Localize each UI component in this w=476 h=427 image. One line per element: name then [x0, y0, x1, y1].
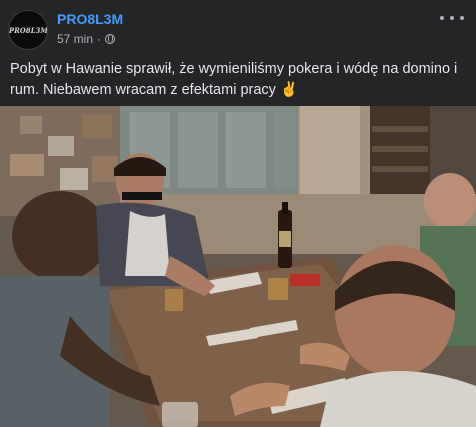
more-options-button[interactable] [440, 8, 464, 28]
post-text-line-2: rum. Niebawem wracam z efektami pracy [10, 82, 276, 98]
post-text-line: Pobyt w Hawanie sprawił, że wymieniliśmy… [10, 61, 458, 77]
post-photo[interactable] [0, 106, 476, 427]
ellipsis-icon [440, 16, 444, 20]
post-text: Pobyt w Hawanie sprawił, że wymieniliśmy… [10, 59, 466, 101]
post-meta: 57 min · [57, 32, 116, 46]
author-name[interactable]: PRO8L3M [57, 11, 123, 27]
meta-separator: · [97, 32, 102, 46]
domino-players-photo [0, 106, 476, 427]
avatar[interactable]: PRO8L3M [8, 10, 48, 50]
ellipsis-dot [450, 16, 454, 20]
victory-hand-emoji: ✌ [279, 82, 299, 98]
post-timestamp[interactable]: 57 min [57, 32, 93, 46]
avatar-logo-text: PRO8L3M [8, 25, 48, 35]
ellipsis-dot [460, 16, 464, 20]
feed-post: PRO8L3M PRO8L3M 57 min · Pobyt w Hawanie… [0, 0, 476, 427]
post-text-line: rum. Niebawem wracam z efektami pracy ✌ [10, 80, 466, 101]
globe-icon[interactable] [105, 34, 116, 44]
post-header: PRO8L3M PRO8L3M 57 min · [0, 0, 476, 56]
